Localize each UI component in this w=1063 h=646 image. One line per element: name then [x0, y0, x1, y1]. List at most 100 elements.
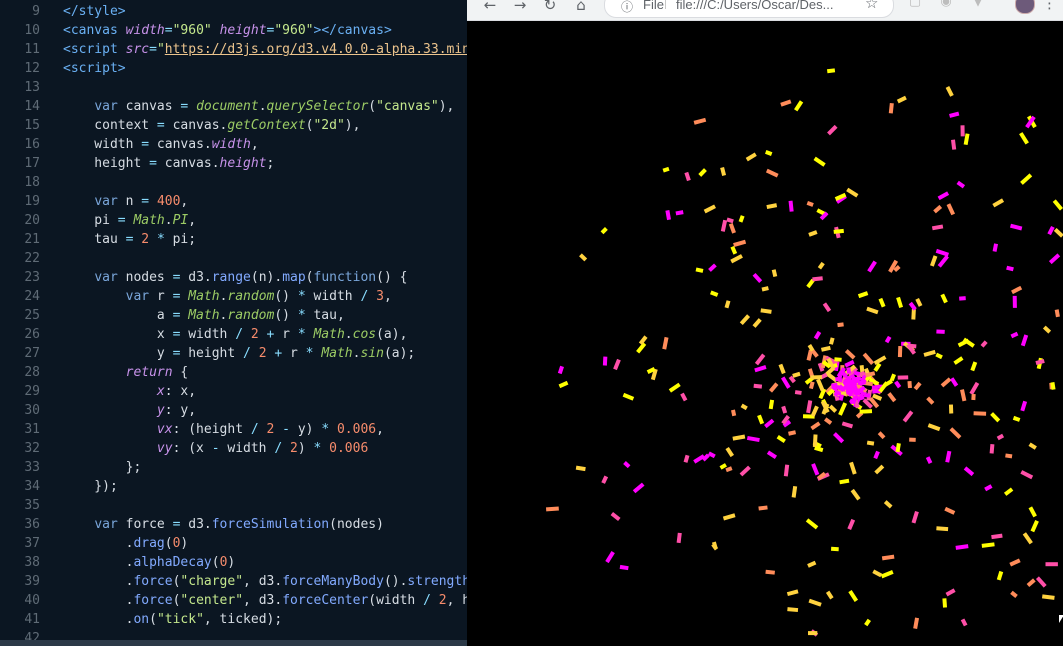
code-line[interactable]: <canvas width="960" height="960"></canva… [63, 21, 392, 40]
code-token: random [227, 289, 275, 304]
code-line[interactable]: return { [63, 363, 189, 382]
horizontal-scrollbar[interactable] [0, 640, 467, 646]
code-line[interactable]: .force("charge", d3.forceManyBody().stre… [63, 572, 467, 591]
code-line[interactable]: <script> [63, 59, 126, 78]
particle [760, 308, 772, 314]
info-icon[interactable]: ⓘ [621, 0, 633, 15]
code-line[interactable]: tau = 2 * pi; [63, 230, 196, 249]
particle [683, 454, 690, 463]
extension-icon[interactable]: ▢ [907, 0, 923, 10]
code-line[interactable]: .on("tick", ticked); [63, 610, 283, 629]
particle [944, 506, 956, 515]
code-line[interactable]: </style> [63, 2, 126, 21]
code-line[interactable]: vy: (x - width / 2) * 0.006 [63, 439, 368, 458]
forward-button[interactable]: → [510, 0, 530, 18]
particle [866, 306, 879, 315]
particle [761, 286, 769, 292]
code-line[interactable]: }; [63, 458, 142, 477]
avatar[interactable] [1015, 0, 1035, 14]
code-line[interactable]: y: y, [63, 401, 196, 420]
code-line[interactable]: var n = 400, [63, 192, 188, 211]
particle [754, 365, 767, 373]
particle [846, 187, 859, 198]
code-line[interactable]: a = Math.random() * tau, [63, 306, 345, 325]
particle [792, 371, 801, 378]
code-line[interactable]: }); [63, 477, 118, 496]
particle [816, 378, 825, 392]
code-line[interactable]: y = height / 2 + r * Math.sin(a); [63, 344, 415, 363]
code-line[interactable]: .force("center", d3.forceCenter(width / … [63, 591, 467, 610]
reload-button[interactable]: ↻ [540, 0, 560, 18]
line-number: 25 [24, 308, 40, 323]
code-token: pi; [164, 232, 197, 247]
particle [973, 411, 987, 416]
code-line[interactable]: <script src="https://d3js.org/d3.v4.0.0-… [63, 40, 467, 59]
code-token: "2d" [313, 118, 345, 133]
particle [896, 95, 907, 104]
code-line[interactable]: x: x, [63, 382, 196, 401]
particle [1028, 442, 1037, 450]
particle [828, 404, 838, 413]
particle [884, 335, 892, 344]
particle [950, 377, 959, 387]
code-token: " [156, 42, 165, 57]
extension-icon[interactable]: ◉ [938, 0, 954, 10]
code-token: ( [164, 536, 173, 551]
url-text[interactable]: file:///C:/Users/Oscar/Des... [676, 0, 833, 12]
particle [811, 463, 820, 476]
code-line[interactable]: var r = Math.random() * width / 3, [63, 287, 392, 306]
particle [1010, 331, 1019, 339]
particle [602, 356, 608, 366]
particle [780, 99, 792, 107]
line-number: 19 [24, 194, 40, 209]
code-token: + [274, 346, 283, 361]
code-token: (n). [250, 270, 283, 285]
code-line[interactable]: width = canvas.width, [63, 135, 258, 154]
home-button[interactable]: ⌂ [571, 0, 591, 18]
extension-icon[interactable]: ▼ [970, 0, 986, 10]
code-line[interactable]: var nodes = d3.range(n).map(function() { [63, 268, 407, 287]
code-line[interactable]: pi = Math.PI, [63, 211, 196, 230]
code-line[interactable]: context = canvas.getContext("2d"), [63, 116, 360, 135]
back-button[interactable]: ← [480, 0, 500, 18]
particle [897, 346, 903, 358]
line-number: 32 [24, 441, 40, 456]
particle [971, 393, 976, 401]
code-token: nodes [117, 270, 173, 285]
code-token: var [94, 517, 118, 532]
menu-icon[interactable]: ⋮ [1042, 0, 1057, 12]
code-editor[interactable]: 9 10 11 12 13 14 15 16 17 18 19 20 21 22 23 24 25 26 27 28 2… [0, 0, 467, 646]
particle [693, 117, 707, 125]
code-line[interactable]: .drag(0) [63, 534, 189, 553]
code-token: - [282, 422, 290, 437]
code-token: r [282, 346, 306, 361]
particle [970, 361, 978, 372]
code-token: <script> [63, 61, 126, 76]
code-token: , [188, 213, 197, 228]
particle [927, 423, 941, 432]
page-canvas[interactable] [467, 21, 1063, 646]
code-line[interactable]: x = width / 2 + r * Math.cos(a), [63, 325, 408, 344]
line-number: 30 [24, 403, 40, 418]
code-token: <canvas [63, 23, 126, 38]
code-line[interactable]: .alphaDecay(0) [63, 553, 236, 572]
code-line[interactable]: vx: (height / 2 - y) * 0.006, [63, 420, 384, 439]
line-number: 14 [24, 99, 40, 114]
code-line[interactable]: height = canvas.height; [63, 154, 274, 173]
line-number: 39 [24, 574, 40, 589]
code-token: sin [360, 346, 384, 361]
line-number: 16 [24, 137, 40, 152]
code-line[interactable]: var canvas = document.querySelector("can… [63, 97, 454, 116]
code-token: , d3. [243, 574, 283, 589]
particle [739, 314, 751, 326]
star-icon[interactable]: ☆ [865, 0, 885, 12]
code-token: (a); [383, 346, 416, 361]
code-token: x [156, 384, 165, 399]
particle [844, 349, 856, 360]
code-line[interactable]: var force = d3.forceSimulation(nodes) [63, 515, 384, 534]
particle [909, 437, 916, 442]
address-bar[interactable]: ⓘ File file:///C:/Users/Oscar/Des... [604, 0, 894, 18]
